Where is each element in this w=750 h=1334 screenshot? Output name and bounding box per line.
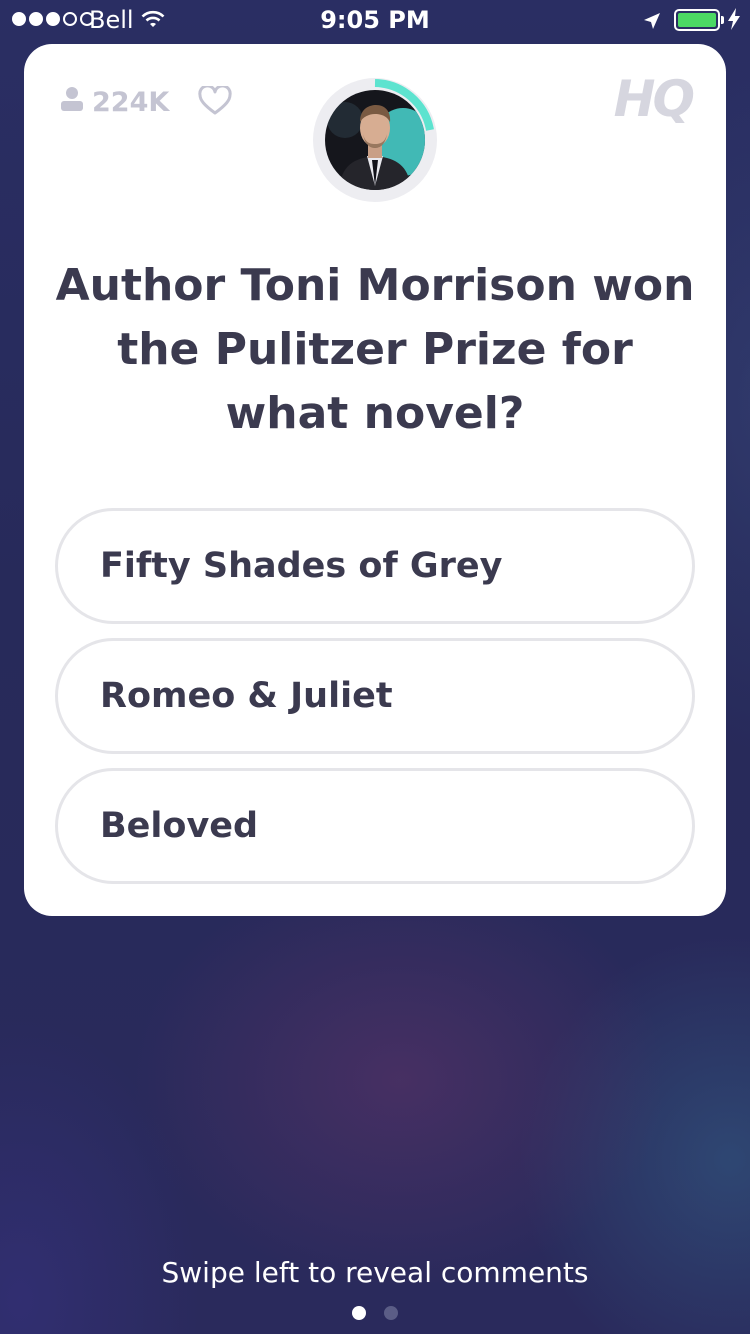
host-photo xyxy=(325,90,425,190)
hq-logo: HQ xyxy=(613,70,695,128)
heart-icon[interactable] xyxy=(198,84,232,120)
question-text: Author Toni Morrison won the Pulitzer Pr… xyxy=(55,260,695,439)
answer-option-3[interactable]: Beloved xyxy=(55,768,695,884)
status-bar: Bell 9:05 PM xyxy=(0,0,750,40)
swipe-hint: Swipe left to reveal comments xyxy=(161,1256,589,1289)
location-arrow-icon xyxy=(643,10,661,36)
answer-option-2[interactable]: Romeo & Juliet xyxy=(55,638,695,754)
page-dot-active[interactable] xyxy=(352,1306,366,1320)
battery-icon xyxy=(674,9,720,31)
viewer-count-label: 224K xyxy=(92,87,170,118)
page-dot[interactable] xyxy=(384,1306,398,1320)
clock: 9:05 PM xyxy=(320,6,430,34)
answer-label: Fifty Shades of Grey xyxy=(100,546,503,586)
answer-label: Beloved xyxy=(100,806,259,846)
viewers-icon xyxy=(60,86,84,119)
charging-bolt-icon xyxy=(727,8,741,36)
host-avatar xyxy=(313,78,437,202)
viewer-count: 224K xyxy=(60,86,169,119)
answer-option-1[interactable]: Fifty Shades of Grey xyxy=(55,508,695,624)
page-indicator[interactable] xyxy=(352,1306,398,1320)
question-card: 224K HQ Author Toni Morrison won the Pul… xyxy=(24,44,726,916)
answer-label: Romeo & Juliet xyxy=(100,676,393,716)
